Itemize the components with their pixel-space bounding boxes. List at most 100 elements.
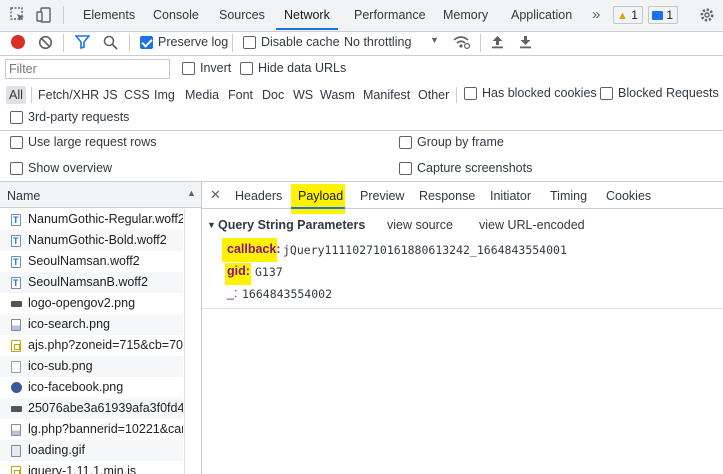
request-row[interactable]: 25076abe3a61939afa3f0fd49. bbox=[0, 398, 183, 419]
disable-cache-checkbox[interactable] bbox=[243, 36, 256, 49]
group-by-frame-checkbox[interactable] bbox=[399, 136, 412, 149]
section-collapse-icon[interactable]: ▼ bbox=[207, 220, 216, 230]
filter-type-js[interactable]: JS bbox=[103, 86, 118, 104]
request-row[interactable]: lg.php?bannerid=10221&cam bbox=[0, 419, 183, 440]
tab-preview[interactable]: Preview bbox=[360, 183, 404, 209]
img-file-icon bbox=[11, 424, 21, 436]
img-file-icon bbox=[11, 319, 21, 331]
request-name: ajs.php?zoneid=715&cb=700 bbox=[28, 338, 183, 352]
tab-memory[interactable]: Memory bbox=[443, 0, 488, 30]
view-source-link[interactable]: view source bbox=[387, 218, 453, 232]
request-name: ico-facebook.png bbox=[28, 380, 124, 394]
filter-funnel-icon[interactable] bbox=[75, 35, 90, 49]
request-row[interactable]: jquery-1.11.1.min.js bbox=[0, 461, 183, 474]
has-blocked-cookies-label[interactable]: Has blocked cookies bbox=[482, 86, 597, 100]
request-name: NanumGothic-Bold.woff2 bbox=[28, 233, 167, 247]
request-row[interactable]: logo-opengov2.png bbox=[0, 293, 183, 314]
request-name: lg.php?bannerid=10221&cam bbox=[28, 422, 183, 436]
large-rows-checkbox[interactable] bbox=[10, 136, 23, 149]
request-name: ico-search.png bbox=[28, 317, 110, 331]
preserve-log-checkbox[interactable] bbox=[140, 36, 153, 49]
warnings-badge[interactable]: ▲ 1 bbox=[613, 6, 643, 24]
filter-type-ws[interactable]: WS bbox=[293, 86, 313, 104]
more-tabs-button[interactable]: » bbox=[592, 0, 600, 30]
third-party-label[interactable]: 3rd-party requests bbox=[28, 110, 129, 124]
request-row[interactable]: SeoulNamsanB.woff2 bbox=[0, 272, 183, 293]
chevron-down-icon[interactable]: ▼ bbox=[430, 35, 439, 45]
param-value-underscore: 1664843554002 bbox=[242, 287, 333, 301]
close-details-icon[interactable]: ✕ bbox=[210, 187, 221, 203]
filter-type-all[interactable]: All bbox=[6, 86, 26, 104]
show-overview-label[interactable]: Show overview bbox=[28, 161, 112, 175]
tab-application[interactable]: Application bbox=[511, 0, 572, 30]
search-icon[interactable] bbox=[103, 35, 118, 50]
throttling-select[interactable]: No throttling bbox=[344, 35, 411, 49]
device-toolbar-icon[interactable] bbox=[36, 7, 52, 23]
group-by-frame-label[interactable]: Group by frame bbox=[417, 135, 504, 149]
filter-type-wasm[interactable]: Wasm bbox=[320, 86, 355, 104]
filter-type-font[interactable]: Font bbox=[228, 86, 253, 104]
record-icon[interactable] bbox=[11, 35, 25, 49]
tab-network[interactable]: Network bbox=[276, 0, 338, 30]
view-url-encoded-link[interactable]: view URL-encoded bbox=[479, 218, 585, 232]
export-har-icon[interactable] bbox=[519, 35, 532, 49]
request-name: 25076abe3a61939afa3f0fd49. bbox=[28, 401, 183, 415]
filter-type-manifest[interactable]: Manifest bbox=[363, 86, 410, 104]
request-row[interactable]: SeoulNamsan.woff2 bbox=[0, 251, 183, 272]
invert-checkbox[interactable] bbox=[182, 62, 195, 75]
tab-console[interactable]: Console bbox=[153, 0, 199, 30]
filter-type-doc[interactable]: Doc bbox=[262, 86, 284, 104]
third-party-checkbox[interactable] bbox=[10, 111, 23, 124]
issues-badge[interactable]: 1 bbox=[648, 6, 679, 24]
hide-data-urls-checkbox[interactable] bbox=[240, 62, 253, 75]
filter-type-fetch-xhr[interactable]: Fetch/XHR bbox=[38, 86, 99, 104]
large-rows-label[interactable]: Use large request rows bbox=[28, 135, 157, 149]
capture-screenshots-checkbox[interactable] bbox=[399, 162, 412, 175]
filter-type-other[interactable]: Other bbox=[418, 86, 449, 104]
filter-input[interactable] bbox=[5, 59, 170, 79]
fb-file-icon bbox=[11, 382, 22, 393]
inspect-element-icon[interactable] bbox=[10, 7, 26, 23]
tab-response[interactable]: Response bbox=[419, 183, 475, 209]
capture-screenshots-label[interactable]: Capture screenshots bbox=[417, 161, 532, 175]
invert-label[interactable]: Invert bbox=[200, 61, 231, 75]
filter-type-media[interactable]: Media bbox=[185, 86, 219, 104]
param-key-underscore: _: bbox=[227, 286, 238, 300]
request-row[interactable]: ico-search.png bbox=[0, 314, 183, 335]
request-list-header[interactable]: Name ▲ bbox=[0, 182, 201, 208]
blocked-requests-checkbox[interactable] bbox=[600, 87, 613, 100]
request-row[interactable]: ajs.php?zoneid=715&cb=700 bbox=[0, 335, 183, 356]
tab-elements[interactable]: Elements bbox=[83, 0, 135, 30]
blocked-requests-label[interactable]: Blocked Requests bbox=[618, 86, 719, 100]
tab-payload[interactable]: Payload bbox=[298, 183, 343, 209]
tab-sources[interactable]: Sources bbox=[219, 0, 265, 30]
network-conditions-wifi-icon[interactable] bbox=[453, 34, 471, 50]
has-blocked-cookies-checkbox[interactable] bbox=[464, 87, 477, 100]
filter-type-css[interactable]: CSS bbox=[124, 86, 150, 104]
tab-initiator[interactable]: Initiator bbox=[490, 183, 531, 209]
thumb-file-icon bbox=[11, 301, 22, 307]
disable-cache-label[interactable]: Disable cache bbox=[261, 35, 340, 49]
request-row[interactable]: loading.gif bbox=[0, 440, 183, 461]
query-string-section-title[interactable]: Query String Parameters bbox=[218, 218, 365, 232]
request-row[interactable]: NanumGothic-Bold.woff2 bbox=[0, 230, 183, 251]
import-har-icon[interactable] bbox=[491, 35, 504, 49]
show-overview-checkbox[interactable] bbox=[10, 162, 23, 175]
request-row[interactable]: ico-facebook.png bbox=[0, 377, 183, 398]
request-list-scrollbar[interactable] bbox=[184, 209, 201, 474]
sort-ascending-icon[interactable]: ▲ bbox=[187, 188, 196, 198]
clear-icon[interactable] bbox=[38, 35, 53, 50]
preserve-log-label[interactable]: Preserve log bbox=[158, 35, 228, 49]
tab-cookies[interactable]: Cookies bbox=[606, 183, 651, 209]
tab-headers[interactable]: Headers bbox=[235, 183, 282, 209]
request-row[interactable]: NanumGothic-Regular.woff2 bbox=[0, 209, 183, 230]
hide-data-urls-label[interactable]: Hide data URLs bbox=[258, 61, 346, 75]
settings-gear-icon[interactable] bbox=[699, 7, 715, 23]
request-row[interactable]: ico-sub.png bbox=[0, 356, 183, 377]
name-column-header[interactable]: Name bbox=[7, 189, 40, 203]
param-value-callback: jQuery111102710161880613242_166484355400… bbox=[283, 243, 567, 257]
font-file-icon bbox=[11, 231, 21, 251]
filter-type-img[interactable]: Img bbox=[154, 86, 175, 104]
tab-timing[interactable]: Timing bbox=[550, 183, 587, 209]
tab-performance[interactable]: Performance bbox=[354, 0, 426, 30]
